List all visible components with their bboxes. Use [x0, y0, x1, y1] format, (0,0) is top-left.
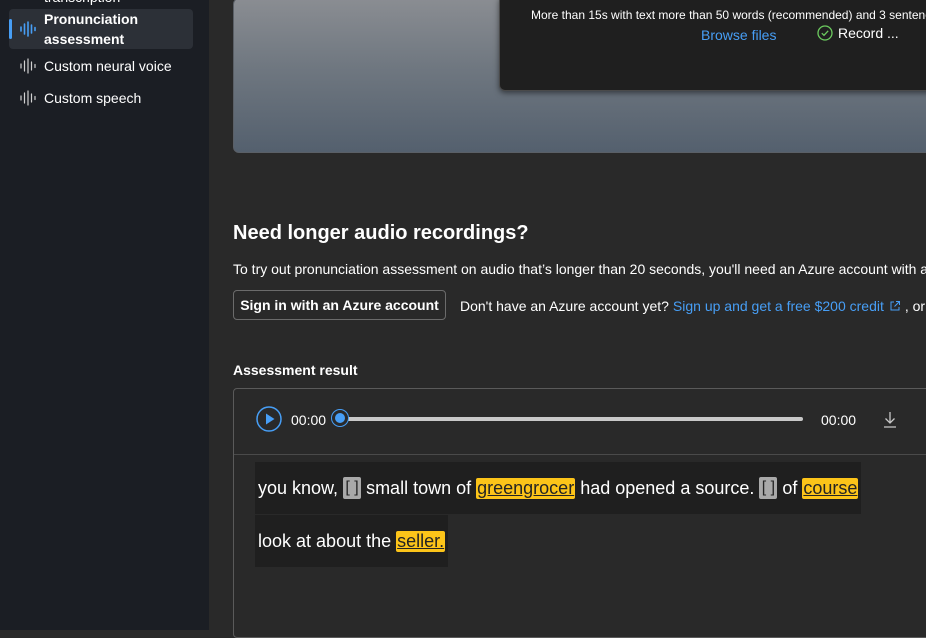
main-content: More than 15s with text more than 50 wor…	[209, 0, 926, 638]
upload-panel: More than 15s with text more than 50 wor…	[233, 0, 926, 153]
transcript-line: look at about the seller.	[255, 515, 449, 567]
word: know,	[292, 477, 339, 498]
word: opened	[615, 477, 676, 498]
word: of	[782, 477, 798, 498]
longer-audio-heading: Need longer audio recordings?	[233, 222, 529, 244]
waveform-icon	[20, 90, 36, 106]
waveform-icon	[20, 21, 36, 37]
upload-description: More than 15s with text more than 50 wor…	[531, 8, 926, 22]
external-link-icon	[890, 301, 900, 311]
word: source.	[695, 477, 755, 498]
waveform-icon	[20, 58, 36, 74]
sidebar-item-custom-neural-voice[interactable]: Custom neural voice	[9, 55, 193, 77]
progress-track[interactable]	[339, 417, 803, 421]
word: at	[296, 530, 312, 551]
sign-in-azure-button[interactable]: Sign in with an Azure account	[233, 290, 446, 320]
word: had	[580, 477, 611, 498]
word-error-highlight[interactable]: seller.	[396, 530, 446, 552]
sidebar-item-label: Custom speech	[44, 90, 142, 106]
sidebar-item-pronunciation-assessment[interactable]: Pronunciation assessment	[9, 9, 193, 49]
progress-thumb[interactable]	[332, 410, 348, 426]
sidebar-item-label: Custom neural voice	[44, 58, 172, 74]
assessment-result-panel: 00:00 00:00 you know,[ ] small town of greeng…	[233, 388, 926, 638]
signup-link[interactable]: Sign up and get a free $200 credit	[673, 298, 884, 314]
word: a	[680, 477, 691, 498]
no-account-text: Don't have an Azure account yet?	[460, 298, 669, 314]
word: the	[366, 530, 392, 551]
word: town	[413, 477, 452, 498]
transcript-line: you know,[ ] small town of greengrocer had open…	[255, 462, 862, 514]
word: small	[366, 477, 409, 498]
word-error-highlight[interactable]: greengrocer	[476, 477, 576, 499]
word: you	[258, 477, 288, 498]
sidebar-item-label: Pronunciation assessment	[44, 9, 138, 49]
browse-files-link[interactable]: Browse files	[701, 27, 776, 43]
record-option[interactable]: Record ...	[817, 25, 899, 41]
sidebar-nav: transcription Pronunciation assessment C…	[0, 0, 209, 630]
duration-time: 00:00	[821, 412, 857, 428]
sidebar-label-line1: Pronunciation	[44, 11, 139, 27]
record-label: Record ...	[838, 25, 899, 41]
word-error-highlight[interactable]: course	[802, 477, 859, 499]
download-icon[interactable]	[882, 411, 898, 429]
word-omission-marker[interactable]: [ ]	[759, 477, 778, 499]
assessment-result-label: Assessment result	[233, 362, 358, 378]
play-icon[interactable]	[256, 406, 282, 432]
word: about	[316, 530, 362, 551]
account-prompt: Don't have an Azure account yet? Sign up…	[460, 298, 925, 314]
word: of	[456, 477, 472, 498]
upload-card: More than 15s with text more than 50 wor…	[499, 0, 926, 91]
current-time: 00:00	[291, 412, 327, 428]
sidebar-item-label: transcription	[44, 0, 120, 7]
word: look	[258, 530, 292, 551]
sidebar-item-custom-speech[interactable]: Custom speech	[9, 87, 193, 109]
sidebar-label-line2: assessment	[44, 31, 125, 47]
account-prompt-tail: , or	[904, 298, 926, 314]
audio-player: 00:00 00:00	[234, 389, 926, 455]
longer-audio-description: To try out pronunciation assessment on a…	[233, 261, 926, 277]
word-omission-marker[interactable]: [ ]	[343, 477, 362, 499]
sidebar-item-transcription[interactable]: transcription	[9, 0, 193, 8]
check-circle-icon	[817, 25, 833, 41]
